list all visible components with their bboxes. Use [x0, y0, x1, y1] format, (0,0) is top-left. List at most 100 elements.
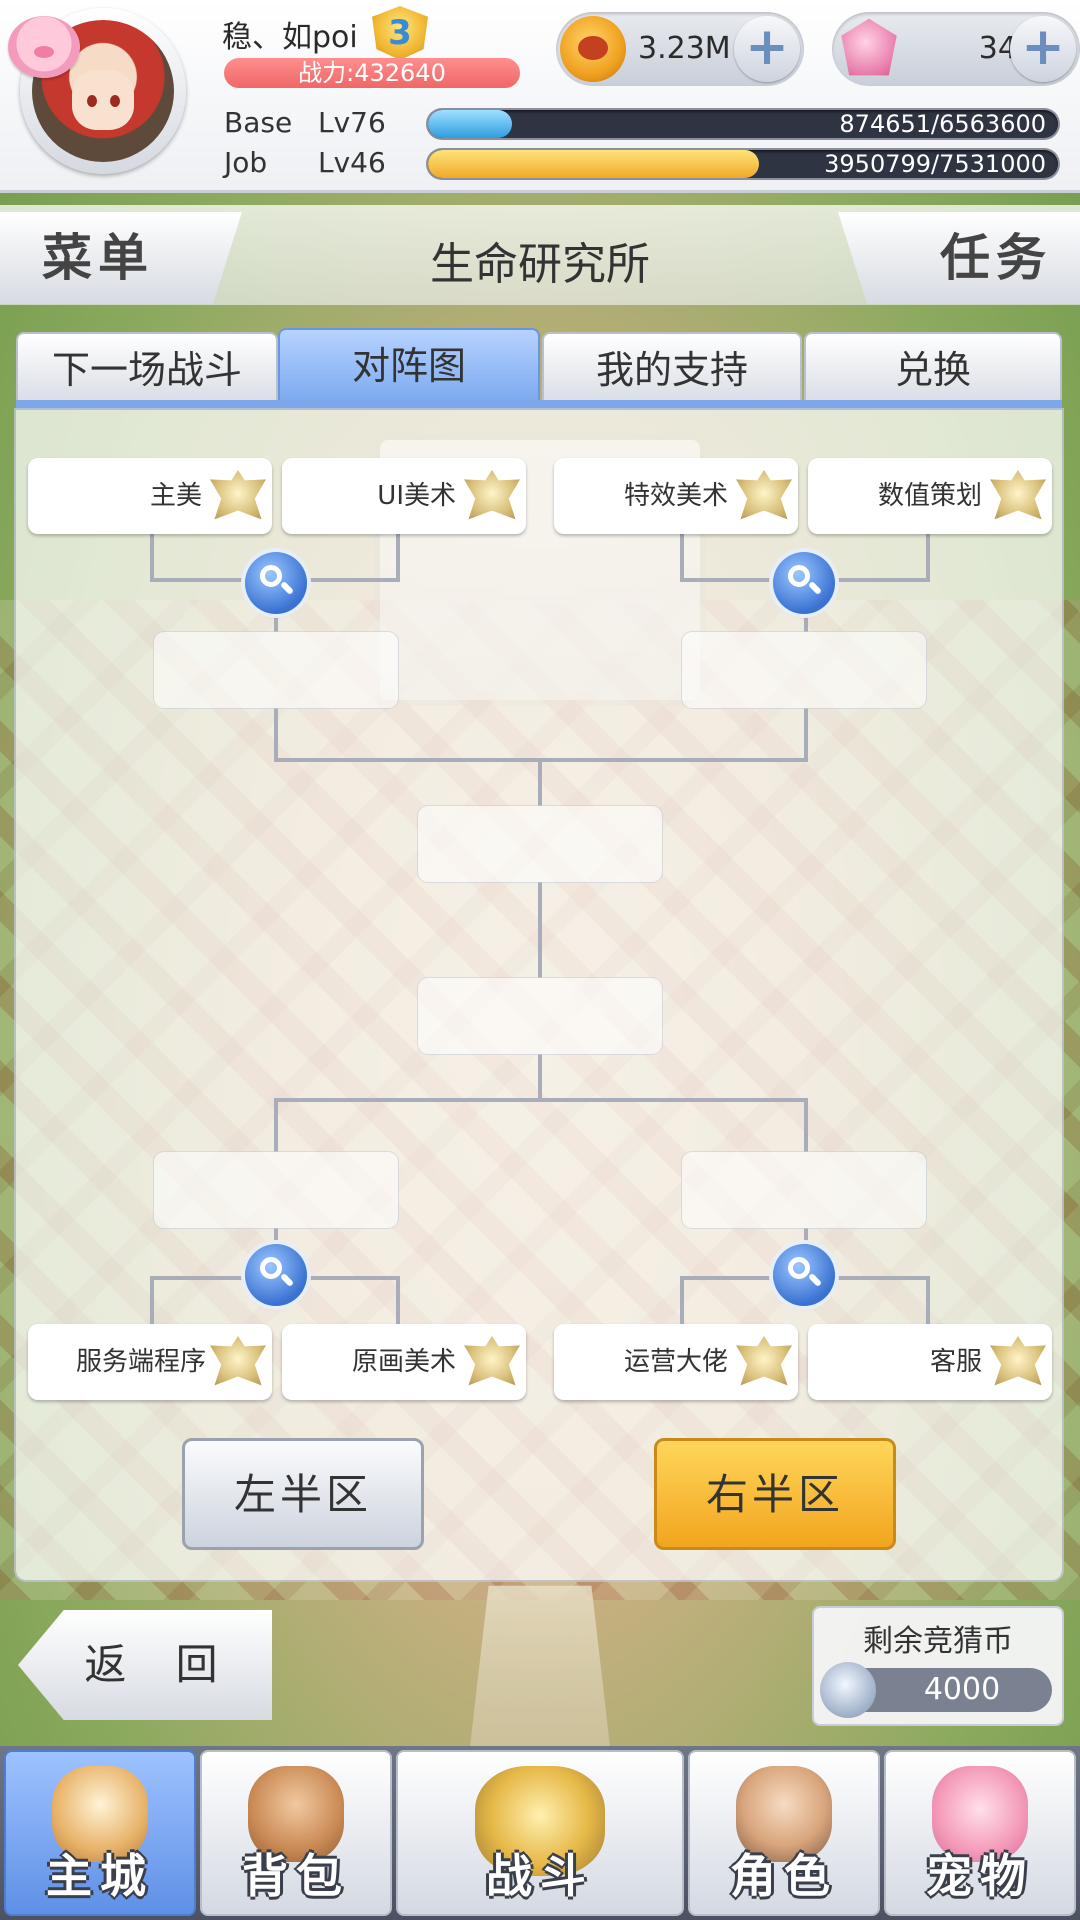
- bracket-line: [274, 1098, 278, 1152]
- guess-coin-value: 4000: [923, 1672, 1001, 1707]
- team-name: 服务端程序: [75, 1347, 206, 1377]
- bracket-line: [926, 1276, 930, 1326]
- team-card[interactable]: 客服: [808, 1324, 1052, 1400]
- right-half-button[interactable]: 右半区: [654, 1438, 896, 1550]
- team-card[interactable]: 特效美术: [554, 458, 798, 534]
- coin-counter: 3.23M +: [556, 12, 804, 86]
- nav-battle[interactable]: 战斗: [396, 1750, 684, 1916]
- gem-amount: 342: [978, 31, 1036, 66]
- job-exp-fill: [428, 150, 759, 178]
- bracket-line: [680, 1276, 684, 1326]
- coin-amount: 3.23M: [638, 31, 731, 66]
- team-name: 运营大佬: [623, 1347, 728, 1377]
- bracket-slot-empty: [418, 806, 662, 882]
- add-gems-button[interactable]: +: [1010, 16, 1076, 82]
- job-exp-text: 3950799/7531000: [824, 150, 1046, 178]
- view-match-search-icon[interactable]: [773, 552, 835, 614]
- team-name: UI美术: [377, 481, 456, 511]
- team-card[interactable]: 服务端程序: [28, 1324, 272, 1400]
- player-status-bar: 稳、如poi 3 战力:432640 Base Lv76 874651/6563…: [0, 0, 1080, 193]
- team-name: 主美: [149, 481, 202, 511]
- medal-icon: [210, 470, 266, 520]
- medal-icon: [990, 470, 1046, 520]
- battle-power: 战力:432640: [224, 58, 520, 88]
- team-card[interactable]: UI美术: [282, 458, 526, 534]
- bracket-line: [538, 1054, 542, 1100]
- bottom-nav: 主城 背包 战斗 角色 宠物: [0, 1746, 1080, 1920]
- view-match-search-icon[interactable]: [245, 552, 307, 614]
- medal-icon: [736, 470, 792, 520]
- bracket-line: [150, 1276, 154, 1326]
- tab-underline: [16, 400, 1062, 410]
- left-half-button[interactable]: 左半区: [182, 1438, 424, 1550]
- bracket-line: [396, 1276, 400, 1326]
- medal-icon: [210, 1336, 266, 1386]
- task-button[interactable]: 任务: [838, 212, 1080, 304]
- team-card[interactable]: 运营大佬: [554, 1324, 798, 1400]
- tab-exchange[interactable]: 兑换: [804, 332, 1062, 404]
- tab-next-battle[interactable]: 下一场战斗: [16, 332, 278, 404]
- nav-label: 战斗: [486, 1849, 594, 1903]
- base-exp-bar: 874651/6563600: [428, 110, 1058, 138]
- back-button[interactable]: 返 回: [18, 1610, 272, 1720]
- add-coins-button[interactable]: +: [734, 16, 800, 82]
- base-label: Base: [224, 106, 293, 139]
- bracket-slot-empty: [682, 1152, 926, 1228]
- bracket-slot-empty: [154, 1152, 398, 1228]
- nav-backpack[interactable]: 背包: [200, 1750, 392, 1916]
- base-exp-text: 874651/6563600: [839, 110, 1046, 138]
- nav-label: 主城: [46, 1849, 154, 1903]
- bracket-line: [804, 708, 808, 762]
- bracket-line: [274, 708, 278, 762]
- bracket-line: [274, 1098, 808, 1102]
- nav-character[interactable]: 角色: [688, 1750, 880, 1916]
- vip-badge[interactable]: 3: [372, 6, 428, 60]
- medal-icon: [736, 1336, 792, 1386]
- base-exp-fill: [428, 110, 512, 138]
- avatar-eye: [87, 95, 97, 107]
- nav-label: 角色: [730, 1849, 838, 1903]
- team-name: 数值策划: [877, 481, 982, 511]
- team-card[interactable]: 主美: [28, 458, 272, 534]
- job-label: Job: [224, 146, 268, 179]
- team-card[interactable]: 数值策划: [808, 458, 1052, 534]
- avatar-eye: [110, 95, 120, 107]
- team-name: 特效美术: [623, 481, 728, 511]
- nav-label: 宠物: [926, 1849, 1034, 1903]
- nav-label: 背包: [242, 1849, 350, 1903]
- medal-icon: [464, 1336, 520, 1386]
- guess-coin-panel: 剩余竞猜币 4000: [814, 1608, 1062, 1724]
- bracket-line: [680, 534, 684, 580]
- view-match-search-icon[interactable]: [245, 1244, 307, 1306]
- coin-icon: [560, 16, 626, 82]
- road-art: [468, 1585, 612, 1764]
- job-exp-bar: 3950799/7531000: [428, 150, 1058, 178]
- bracket-line: [804, 1098, 808, 1152]
- team-card[interactable]: 原画美术: [282, 1324, 526, 1400]
- bracket-slot-empty: [154, 632, 398, 708]
- bracket-line: [538, 882, 542, 978]
- bracket-line: [150, 534, 154, 580]
- bracket-slot-empty: [418, 978, 662, 1054]
- avatar-face: [72, 70, 134, 130]
- gem-counter: 342 +: [832, 12, 1080, 86]
- player-name: 稳、如poi: [222, 20, 358, 55]
- medal-icon: [464, 470, 520, 520]
- pet-pig-icon[interactable]: [8, 16, 80, 78]
- guess-coin-label: 剩余竞猜币: [863, 1624, 1013, 1659]
- bracket-line: [926, 534, 930, 580]
- guess-coin-icon: [820, 1662, 876, 1718]
- tab-bracket[interactable]: 对阵图: [278, 328, 540, 404]
- job-level: Lv46: [318, 146, 386, 179]
- base-level: Lv76: [318, 106, 386, 139]
- tab-my-support[interactable]: 我的支持: [542, 332, 802, 404]
- bracket-line: [396, 534, 400, 580]
- team-name: 原画美术: [351, 1347, 456, 1377]
- nav-pet[interactable]: 宠物: [884, 1750, 1076, 1916]
- team-name: 客服: [929, 1347, 982, 1377]
- view-match-search-icon[interactable]: [773, 1244, 835, 1306]
- medal-icon: [990, 1336, 1046, 1386]
- nav-main-city[interactable]: 主城: [4, 1750, 196, 1916]
- bracket-slot-empty: [682, 632, 926, 708]
- bracket-line: [538, 758, 542, 806]
